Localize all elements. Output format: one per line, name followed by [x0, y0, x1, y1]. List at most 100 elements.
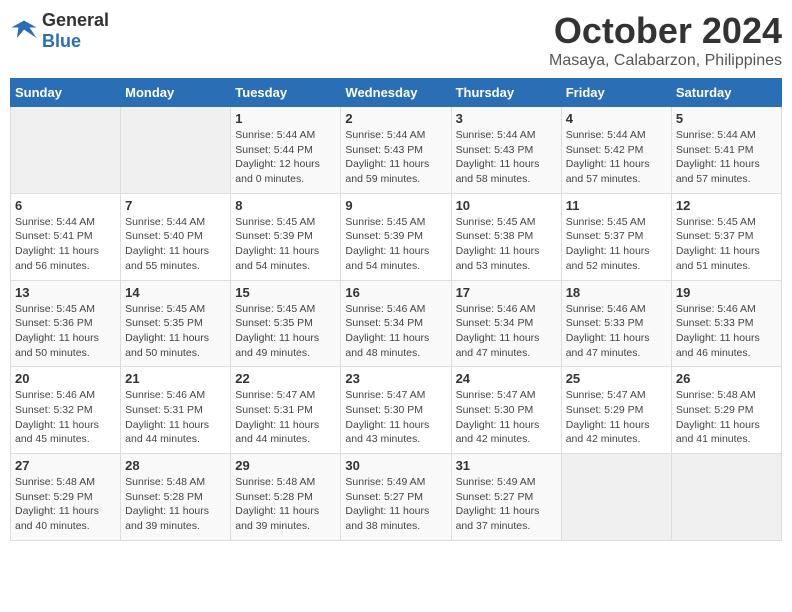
calendar-cell: 25 Sunrise: 5:47 AMSunset: 5:29 PMDayligh… — [561, 367, 671, 454]
day-number: 21 — [125, 371, 226, 386]
calendar-cell: 27 Sunrise: 5:48 AMSunset: 5:29 PMDayligh… — [11, 454, 121, 541]
day-number: 19 — [676, 285, 777, 300]
day-number: 2 — [345, 111, 446, 126]
calendar-cell — [671, 454, 781, 541]
day-number: 10 — [456, 198, 557, 213]
calendar-cell: 16 Sunrise: 5:46 AMSunset: 5:34 PMDayligh… — [341, 280, 451, 367]
calendar-cell: 29 Sunrise: 5:48 AMSunset: 5:28 PMDayligh… — [231, 454, 341, 541]
day-info: Sunrise: 5:48 AMSunset: 5:29 PMDaylight:… — [15, 475, 116, 534]
week-row-5: 27 Sunrise: 5:48 AMSunset: 5:29 PMDayligh… — [11, 454, 782, 541]
day-number: 9 — [345, 198, 446, 213]
calendar-cell: 26 Sunrise: 5:48 AMSunset: 5:29 PMDayligh… — [671, 367, 781, 454]
calendar-cell: 5 Sunrise: 5:44 AMSunset: 5:41 PMDaylight… — [671, 107, 781, 194]
day-number: 6 — [15, 198, 116, 213]
day-number: 14 — [125, 285, 226, 300]
day-number: 27 — [15, 458, 116, 473]
calendar-cell: 28Sunrise: 5:48 AMSunset: 5:28 PMDayligh… — [121, 454, 231, 541]
logo-blue-text: Blue — [42, 31, 109, 52]
weekday-header-monday: Monday — [121, 79, 231, 107]
month-title: October 2024 — [549, 10, 782, 52]
day-info: Sunrise: 5:48 AMSunset: 5:29 PMDaylight:… — [676, 388, 777, 447]
weekday-header-sunday: Sunday — [11, 79, 121, 107]
calendar-cell: 10 Sunrise: 5:45 AMSunset: 5:38 PMDayligh… — [451, 193, 561, 280]
day-number: 26 — [676, 371, 777, 386]
calendar-cell: 8 Sunrise: 5:45 AMSunset: 5:39 PMDaylight… — [231, 193, 341, 280]
day-info: Sunrise: 5:46 AMSunset: 5:33 PMDaylight:… — [566, 302, 667, 361]
day-number: 31 — [456, 458, 557, 473]
location: Masaya, Calabarzon, Philippines — [549, 52, 782, 70]
day-info: Sunrise: 5:48 AMSunset: 5:28 PMDaylight:… — [235, 475, 336, 534]
day-info: Sunrise: 5:46 AMSunset: 5:34 PMDaylight:… — [345, 302, 446, 361]
week-row-2: 6 Sunrise: 5:44 AMSunset: 5:41 PMDaylight… — [11, 193, 782, 280]
day-number: 15 — [235, 285, 336, 300]
day-number: 23 — [345, 371, 446, 386]
page-header: General Blue October 2024 Masaya, Calaba… — [10, 10, 782, 70]
day-info: Sunrise: 5:49 AMSunset: 5:27 PMDaylight:… — [345, 475, 446, 534]
day-info: Sunrise: 5:47 AMSunset: 5:30 PMDaylight:… — [345, 388, 446, 447]
logo: General Blue — [10, 10, 109, 52]
day-info: Sunrise: 5:44 AMSunset: 5:41 PMDaylight:… — [15, 215, 116, 274]
day-info: Sunrise: 5:44 AMSunset: 5:43 PMDaylight:… — [456, 128, 557, 187]
day-info: Sunrise: 5:44 AMSunset: 5:43 PMDaylight:… — [345, 128, 446, 187]
calendar-cell: 19 Sunrise: 5:46 AMSunset: 5:33 PMDayligh… — [671, 280, 781, 367]
day-number: 4 — [566, 111, 667, 126]
day-info: Sunrise: 5:45 AMSunset: 5:39 PMDaylight:… — [345, 215, 446, 274]
day-info: Sunrise: 5:46 AMSunset: 5:32 PMDaylight:… — [15, 388, 116, 447]
calendar-cell: 1 Sunrise: 5:44 AMSunset: 5:44 PMDaylight… — [231, 107, 341, 194]
day-info: Sunrise: 5:47 AMSunset: 5:29 PMDaylight:… — [566, 388, 667, 447]
day-info: Sunrise: 5:44 AMSunset: 5:40 PMDaylight:… — [125, 215, 226, 274]
day-info: Sunrise: 5:45 AMSunset: 5:38 PMDaylight:… — [456, 215, 557, 274]
calendar-cell: 30 Sunrise: 5:49 AMSunset: 5:27 PMDayligh… — [341, 454, 451, 541]
calendar-cell: 17Sunrise: 5:46 AMSunset: 5:34 PMDayligh… — [451, 280, 561, 367]
day-info: Sunrise: 5:47 AMSunset: 5:30 PMDaylight:… — [456, 388, 557, 447]
day-info: Sunrise: 5:45 AMSunset: 5:37 PMDaylight:… — [676, 215, 777, 274]
calendar-cell: 14 Sunrise: 5:45 AMSunset: 5:35 PMDayligh… — [121, 280, 231, 367]
day-number: 24 — [456, 371, 557, 386]
day-number: 3 — [456, 111, 557, 126]
calendar-cell: 6 Sunrise: 5:44 AMSunset: 5:41 PMDaylight… — [11, 193, 121, 280]
day-info: Sunrise: 5:44 AMSunset: 5:42 PMDaylight:… — [566, 128, 667, 187]
day-info: Sunrise: 5:45 AMSunset: 5:39 PMDaylight:… — [235, 215, 336, 274]
calendar-cell: 7 Sunrise: 5:44 AMSunset: 5:40 PMDaylight… — [121, 193, 231, 280]
week-row-3: 13Sunrise: 5:45 AMSunset: 5:36 PMDayligh… — [11, 280, 782, 367]
weekday-header-row: SundayMondayTuesdayWednesdayThursdayFrid… — [11, 79, 782, 107]
day-info: Sunrise: 5:45 AMSunset: 5:35 PMDaylight:… — [125, 302, 226, 361]
logo-bird-icon — [10, 17, 38, 45]
day-number: 1 — [235, 111, 336, 126]
calendar-cell: 11 Sunrise: 5:45 AMSunset: 5:37 PMDayligh… — [561, 193, 671, 280]
day-number: 22 — [235, 371, 336, 386]
day-number: 20 — [15, 371, 116, 386]
day-number: 5 — [676, 111, 777, 126]
day-number: 30 — [345, 458, 446, 473]
day-number: 25 — [566, 371, 667, 386]
calendar-cell — [561, 454, 671, 541]
day-number: 12 — [676, 198, 777, 213]
day-number: 11 — [566, 198, 667, 213]
calendar-cell: 24 Sunrise: 5:47 AMSunset: 5:30 PMDayligh… — [451, 367, 561, 454]
day-info: Sunrise: 5:45 AMSunset: 5:36 PMDaylight:… — [15, 302, 116, 361]
day-info: Sunrise: 5:46 AMSunset: 5:33 PMDaylight:… — [676, 302, 777, 361]
day-number: 8 — [235, 198, 336, 213]
calendar-cell: 12 Sunrise: 5:45 AMSunset: 5:37 PMDayligh… — [671, 193, 781, 280]
day-info: Sunrise: 5:49 AMSunset: 5:27 PMDaylight:… — [456, 475, 557, 534]
week-row-1: 1 Sunrise: 5:44 AMSunset: 5:44 PMDaylight… — [11, 107, 782, 194]
day-number: 16 — [345, 285, 446, 300]
week-row-4: 20 Sunrise: 5:46 AMSunset: 5:32 PMDayligh… — [11, 367, 782, 454]
day-number: 7 — [125, 198, 226, 213]
day-info: Sunrise: 5:44 AMSunset: 5:41 PMDaylight:… — [676, 128, 777, 187]
logo-general: General — [42, 10, 109, 31]
weekday-header-wednesday: Wednesday — [341, 79, 451, 107]
calendar-cell: 3 Sunrise: 5:44 AMSunset: 5:43 PMDaylight… — [451, 107, 561, 194]
calendar-cell: 13Sunrise: 5:45 AMSunset: 5:36 PMDayligh… — [11, 280, 121, 367]
calendar-cell: 20 Sunrise: 5:46 AMSunset: 5:32 PMDayligh… — [11, 367, 121, 454]
calendar-table: SundayMondayTuesdayWednesdayThursdayFrid… — [10, 78, 782, 541]
weekday-header-friday: Friday — [561, 79, 671, 107]
day-info: Sunrise: 5:44 AMSunset: 5:44 PMDaylight:… — [235, 128, 336, 187]
calendar-cell — [11, 107, 121, 194]
weekday-header-thursday: Thursday — [451, 79, 561, 107]
calendar-cell: 22Sunrise: 5:47 AMSunset: 5:31 PMDayligh… — [231, 367, 341, 454]
calendar-cell: 18Sunrise: 5:46 AMSunset: 5:33 PMDayligh… — [561, 280, 671, 367]
day-info: Sunrise: 5:45 AMSunset: 5:37 PMDaylight:… — [566, 215, 667, 274]
day-number: 29 — [235, 458, 336, 473]
calendar-cell: 9 Sunrise: 5:45 AMSunset: 5:39 PMDaylight… — [341, 193, 451, 280]
